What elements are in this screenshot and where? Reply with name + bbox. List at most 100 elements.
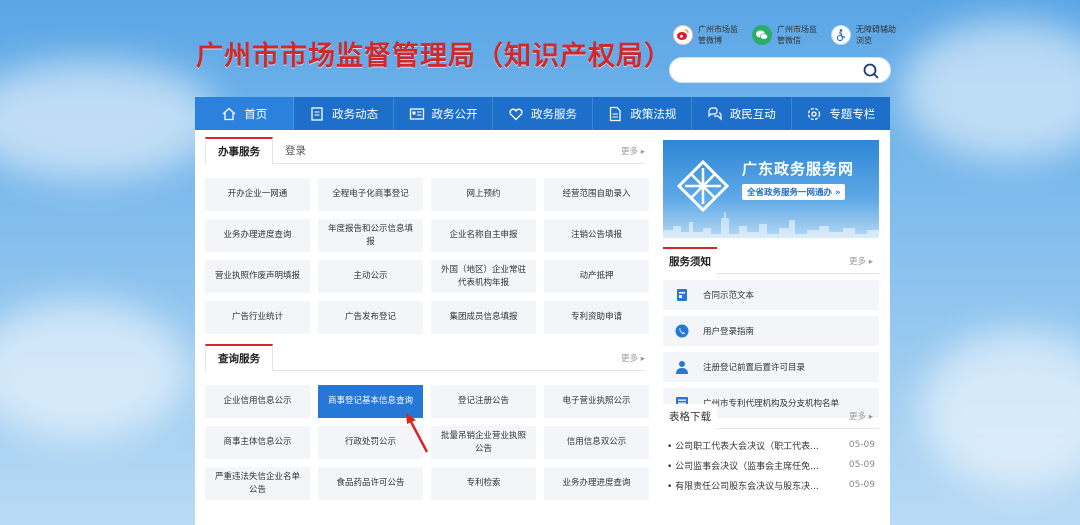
nav-item-special[interactable]: 专题专栏 (792, 97, 890, 130)
tab-office-services[interactable]: 办事服务 (205, 137, 273, 164)
query-services-item[interactable]: 批量吊销企业营业执照公告 (431, 426, 536, 459)
nav-label: 政务公开 (431, 106, 478, 121)
banner-subtitle-button[interactable]: 全省政务服务一网通办 » (742, 184, 846, 200)
gear-icon (808, 107, 821, 120)
star-logo-icon (676, 159, 730, 213)
office-services-item[interactable]: 动产抵押 (544, 260, 649, 293)
downloads-header: 表格下载 更多 ▸ (663, 404, 879, 429)
query-services-item[interactable]: 业务办理进度查询 (544, 467, 649, 500)
accessibility-label: 无障碍辅助浏览 (856, 25, 896, 45)
query-services-item[interactable]: 严重违法失信企业名单公告 (205, 467, 310, 500)
notice-label: 注册登记前置后置许可目录 (703, 363, 806, 373)
download-item[interactable]: • 公司职工代表大会决议（职工代表... 05-09 (663, 435, 879, 455)
wechat-link[interactable]: 广州市场监管微信 (752, 24, 817, 46)
nav-item-disclosure[interactable]: 政务公开 (394, 97, 494, 130)
nav-label: 政务服务 (530, 106, 577, 121)
more-link[interactable]: 更多 ▸ (849, 255, 873, 267)
heart-icon (509, 108, 523, 120)
office-services-item[interactable]: 主动公示 (318, 260, 423, 293)
office-services-item[interactable]: 全程电子化商事登记 (318, 178, 423, 211)
home-icon (222, 107, 236, 120)
nav-item-services[interactable]: 政务服务 (493, 97, 593, 130)
user-icon (676, 361, 688, 374)
more-link[interactable]: 更多 ▸ (621, 352, 645, 364)
nav-label: 政务动态 (332, 106, 379, 121)
download-label: • 有限责任公司股东会决议与股东决... (667, 481, 819, 492)
query-services-item[interactable]: 信用信息双公示 (544, 426, 649, 459)
download-item[interactable]: • 公司监事会决议（监事会主席任免... 05-09 (663, 455, 879, 475)
site-title: 广州市市场监督管理局（知识产权局） (196, 41, 672, 72)
search-icon[interactable] (862, 62, 880, 80)
weibo-icon (673, 25, 693, 45)
office-services-item[interactable]: 注销公告填报 (544, 219, 649, 252)
cloud-decoration (900, 20, 1080, 160)
accessibility-icon (831, 25, 851, 45)
gd-gov-service-banner[interactable]: 广东政务服务网 全省政务服务一网通办 » (663, 140, 879, 238)
office-services-grid: 开办企业一网通 全程电子化商事登记 网上预约 经营范围自助录入业务办理进度查询 年度报告… (205, 178, 649, 334)
office-services-item[interactable]: 开办企业一网通 (205, 178, 310, 211)
office-services-item[interactable]: 广告行业统计 (205, 301, 310, 334)
notice-item[interactable]: 合同示范文本 (663, 280, 879, 310)
office-services-item[interactable]: 广告发布登记 (318, 301, 423, 334)
office-services-item[interactable]: 外国（地区）企业常驻代表机构年报 (431, 260, 536, 293)
download-label: • 公司监事会决议（监事会主席任免... (667, 461, 819, 472)
nav-item-home[interactable]: 首页 (195, 97, 295, 130)
office-services-item[interactable]: 企业名称自主申报 (431, 219, 536, 252)
tab-query-services[interactable]: 查询服务 (205, 344, 273, 371)
notice-label: 合同示范文本 (703, 291, 755, 301)
nav-label: 政策法规 (630, 106, 677, 121)
more-link[interactable]: 更多 ▸ (849, 410, 873, 422)
office-services-item[interactable]: 年度报告和公示信息填报 (318, 219, 423, 252)
query-services-item[interactable]: 专利检索 (431, 467, 536, 500)
query-services-tabs: 查询服务 更多 ▸ (205, 344, 645, 371)
nav-item-policy[interactable]: 政策法规 (593, 97, 693, 130)
nav-item-news[interactable]: 政务动态 (294, 97, 394, 130)
cloud-decoration (0, 60, 220, 180)
phone-icon (675, 324, 689, 338)
nav-label: 政民互动 (729, 106, 776, 121)
office-services-item[interactable]: 专利资助申请 (544, 301, 649, 334)
wechat-icon (752, 25, 772, 45)
tab-login[interactable]: 登录 (273, 143, 318, 163)
office-services-item[interactable]: 营业执照作废声明填报 (205, 260, 310, 293)
query-services-item[interactable]: 电子营业执照公示 (544, 385, 649, 418)
office-services-item[interactable]: 业务办理进度查询 (205, 219, 310, 252)
download-date: 05-09 (848, 480, 875, 490)
weibo-link[interactable]: 广州市场监管微博 (673, 24, 738, 46)
office-services-item[interactable]: 经营范围自助录入 (544, 178, 649, 211)
notice-item[interactable]: 注册登记前置后置许可目录 (663, 352, 879, 382)
download-item[interactable]: • 有限责任公司股东会决议与股东决... 05-09 (663, 475, 879, 495)
notice-label: 用户登录指南 (703, 327, 755, 337)
weibo-label: 广州市场监管微博 (698, 25, 738, 45)
info-card-icon (409, 107, 424, 120)
nav-label: 首页 (244, 106, 268, 121)
accessibility-link[interactable]: 无障碍辅助浏览 (831, 24, 896, 46)
section-title: 服务须知 (663, 247, 717, 274)
interaction-icon (708, 106, 722, 120)
main-nav: 首页 政务动态 政务公开 政务服务 政策法规 政民互动 专题专栏 (195, 97, 890, 130)
service-notice-header: 服务须知 更多 ▸ (663, 247, 879, 274)
download-date: 05-09 (848, 460, 875, 470)
query-services-item[interactable]: 登记注册公告 (431, 385, 536, 418)
city-skyline-image (663, 212, 879, 238)
social-links: 广州市场监管微博 广州市场监管微信 无障碍辅助浏览 (673, 24, 896, 46)
office-services-item[interactable]: 集团成员信息填报 (431, 301, 536, 334)
document-icon (311, 106, 323, 121)
nav-item-interaction[interactable]: 政民互动 (692, 97, 792, 130)
downloads-section: 表格下载 更多 ▸ • 公司职工代表大会决议（职工代表... 05-09 • 公司监… (663, 404, 879, 495)
banner-title: 广东政务服务网 (742, 160, 855, 178)
main-content: 办事服务 登录 更多 ▸ 开办企业一网通 全程电子化商事登记 网上预约 经营范围自助录… (195, 130, 890, 525)
cloud-decoration (0, 300, 190, 440)
query-services-item[interactable]: 商事主体信息公示 (205, 426, 310, 459)
search-input[interactable] (669, 57, 891, 83)
more-link[interactable]: 更多 ▸ (621, 145, 645, 157)
query-services-item[interactable]: 食品药品许可公告 (318, 467, 423, 500)
contract-icon (677, 289, 687, 301)
file-icon (610, 106, 622, 121)
office-services-tabs: 办事服务 登录 更多 ▸ (205, 137, 645, 164)
office-services-item[interactable]: 网上预约 (431, 178, 536, 211)
query-services-item[interactable]: 企业信用信息公示 (205, 385, 310, 418)
service-notice-section: 服务须知 更多 ▸ 合同示范文本 用户登录指南 注册登记前置后置许可目录 广州市… (663, 247, 879, 418)
section-title: 表格下载 (663, 404, 717, 429)
notice-item[interactable]: 用户登录指南 (663, 316, 879, 346)
